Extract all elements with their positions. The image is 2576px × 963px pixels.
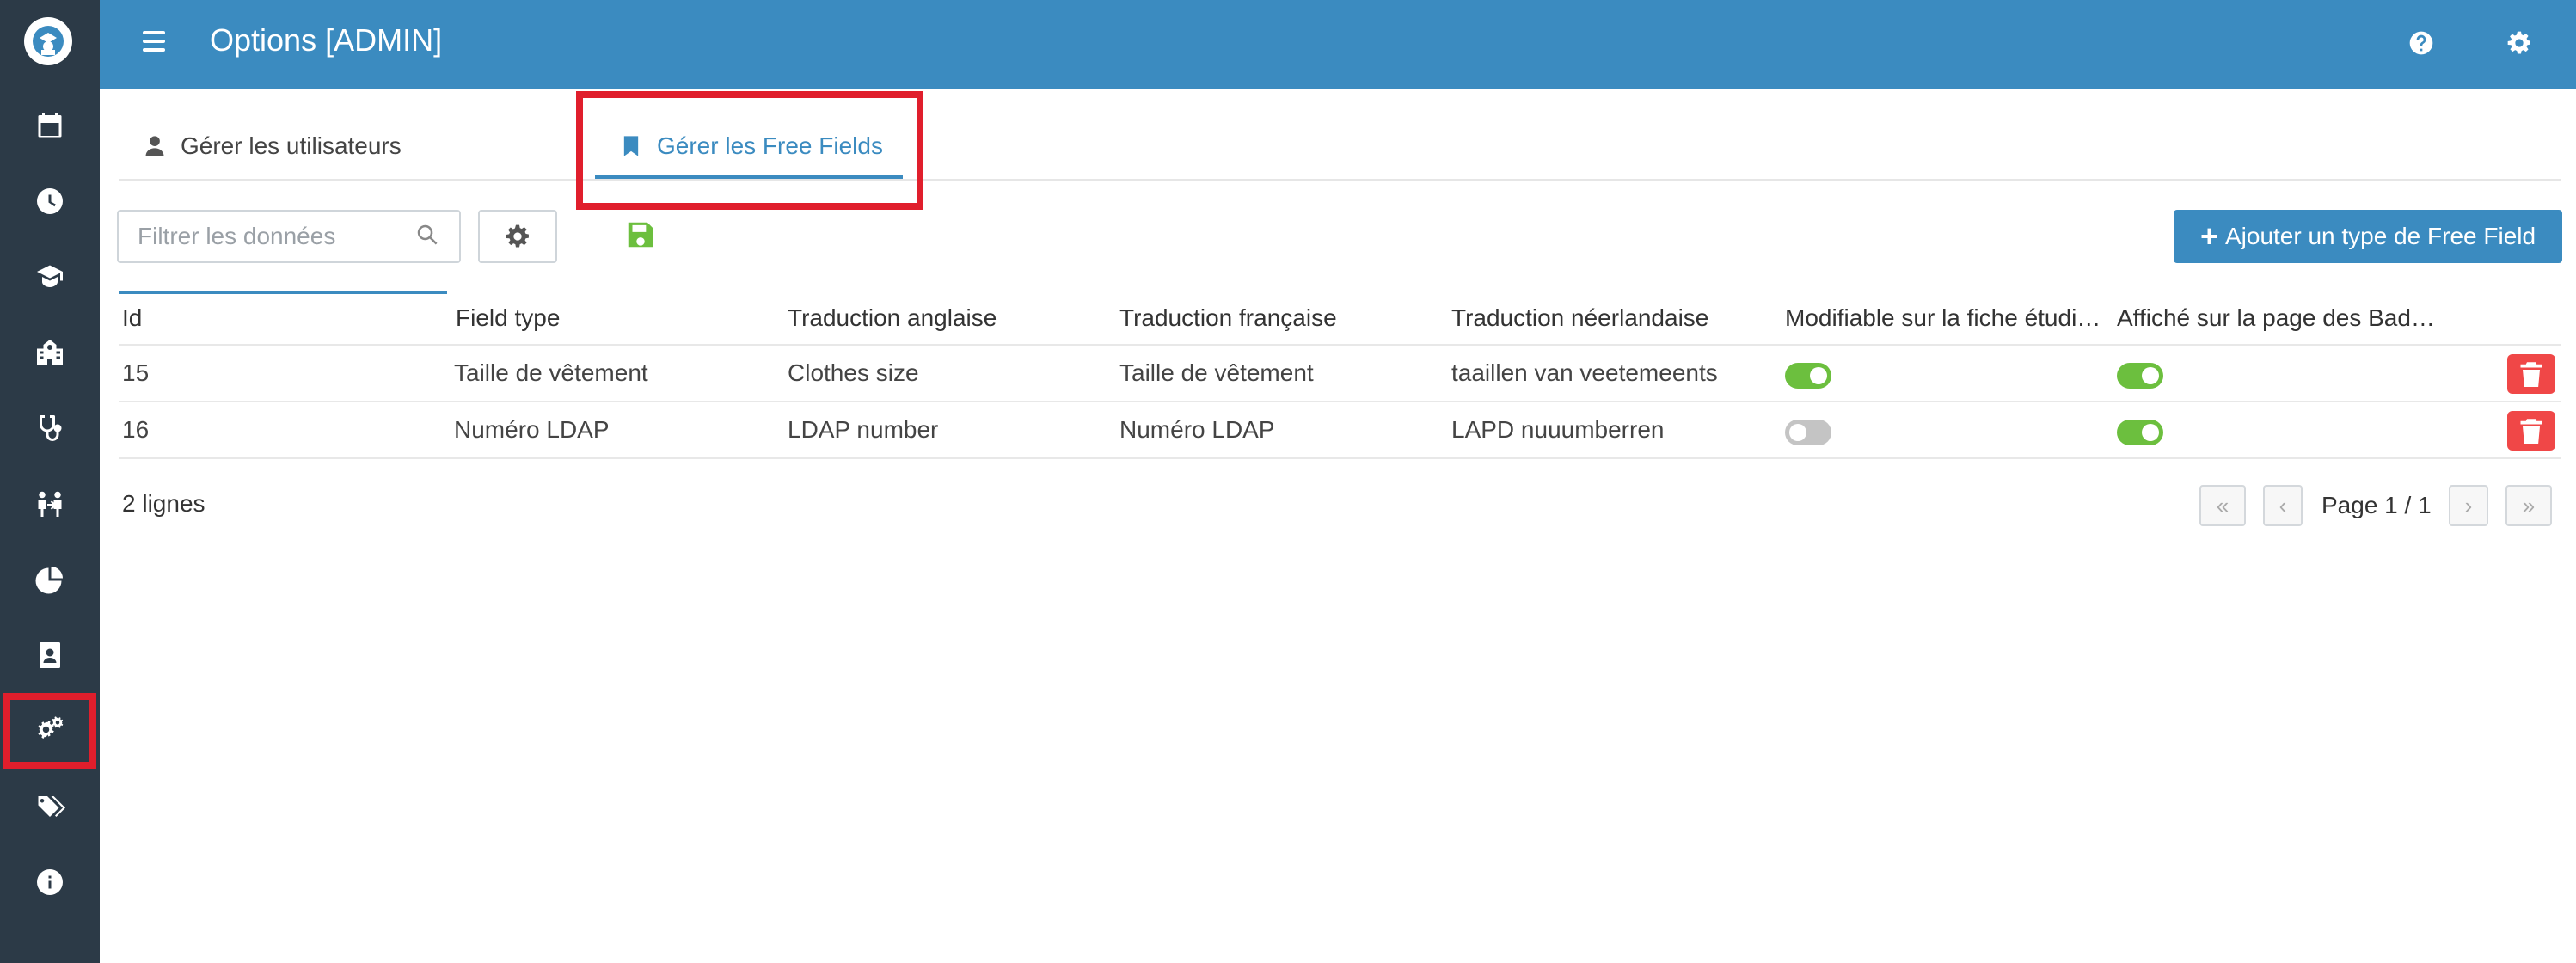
add-button-label: Ajouter un type de Free Field bbox=[2224, 223, 2536, 249]
trash-icon bbox=[2520, 419, 2542, 444]
trash-icon bbox=[2520, 362, 2542, 387]
column-header-field-type[interactable]: Field type bbox=[456, 304, 765, 332]
pie-chart-icon[interactable] bbox=[0, 542, 100, 617]
divider bbox=[119, 457, 2561, 459]
delete-button[interactable] bbox=[2507, 411, 2555, 451]
cell-dutch: taaillen van veetemeents bbox=[1451, 359, 1718, 386]
last-page-button[interactable]: » bbox=[2505, 485, 2552, 526]
cell-id: 16 bbox=[122, 416, 150, 443]
top-header: Options [ADMIN] bbox=[100, 0, 2576, 89]
cogs-icon[interactable] bbox=[3, 693, 96, 769]
cell-id: 15 bbox=[122, 359, 150, 386]
tab-label: Gérer les utilisateurs bbox=[181, 132, 402, 159]
column-header-badge[interactable]: Affiché sur la page des Bad… bbox=[2117, 304, 2435, 332]
cell-french: Numéro LDAP bbox=[1119, 416, 1275, 443]
column-header-english[interactable]: Traduction anglaise bbox=[788, 304, 1106, 332]
editable-toggle[interactable] bbox=[1785, 363, 1831, 389]
contact-card-icon[interactable] bbox=[0, 617, 100, 693]
delete-button[interactable] bbox=[2507, 354, 2555, 394]
column-settings-button[interactable] bbox=[478, 210, 557, 263]
calendar-icon[interactable] bbox=[0, 88, 100, 163]
clock-icon[interactable] bbox=[0, 163, 100, 239]
graduation-icon[interactable] bbox=[0, 239, 100, 315]
cell-english: LDAP number bbox=[788, 416, 939, 443]
row-count: 2 lignes bbox=[122, 490, 205, 517]
cell-dutch: LAPD nuuumberren bbox=[1451, 416, 1665, 443]
stethoscope-icon[interactable] bbox=[0, 390, 100, 466]
divider bbox=[119, 344, 2561, 346]
school-icon[interactable] bbox=[0, 315, 100, 390]
badge-toggle[interactable] bbox=[2117, 420, 2163, 445]
cell-french: Taille de vêtement bbox=[1119, 359, 1314, 386]
column-header-editable[interactable]: Modifiable sur la fiche étudi… bbox=[1785, 304, 2103, 332]
filter-input[interactable] bbox=[117, 210, 461, 263]
page-title: Options [ADMIN] bbox=[210, 22, 443, 58]
editable-toggle[interactable] bbox=[1785, 420, 1831, 445]
column-header-french[interactable]: Traduction française bbox=[1119, 304, 1438, 332]
divider bbox=[119, 401, 2561, 402]
tab-divider bbox=[119, 179, 2561, 181]
plus-icon: + bbox=[2199, 218, 2218, 254]
cell-english: Clothes size bbox=[788, 359, 919, 386]
column-header-dutch[interactable]: Traduction néerlandaise bbox=[1451, 304, 1769, 332]
app-logo-icon[interactable] bbox=[24, 17, 72, 65]
people-icon[interactable] bbox=[0, 466, 100, 542]
user-icon bbox=[145, 136, 164, 156]
prev-page-button[interactable]: ‹ bbox=[2263, 485, 2303, 526]
next-page-button[interactable]: › bbox=[2449, 485, 2488, 526]
save-icon[interactable] bbox=[624, 218, 659, 253]
add-free-field-type-button[interactable]: + Ajouter un type de Free Field bbox=[2174, 210, 2562, 263]
sidebar bbox=[0, 0, 100, 963]
sorted-column-indicator bbox=[119, 291, 447, 294]
tab-manage-users[interactable]: Gérer les utilisateurs bbox=[143, 120, 402, 172]
highlight-box bbox=[576, 91, 923, 210]
settings-gear-icon[interactable] bbox=[2502, 26, 2536, 60]
column-header-id[interactable]: Id bbox=[122, 304, 432, 332]
tags-icon[interactable] bbox=[0, 769, 100, 844]
badge-toggle[interactable] bbox=[2117, 363, 2163, 389]
info-icon[interactable] bbox=[0, 844, 100, 920]
help-icon[interactable] bbox=[2404, 26, 2438, 60]
hamburger-menu-icon[interactable] bbox=[143, 31, 169, 57]
search-icon bbox=[414, 222, 442, 249]
cell-field-type: Taille de vêtement bbox=[454, 359, 648, 386]
cell-field-type: Numéro LDAP bbox=[454, 416, 610, 443]
page-indicator: Page 1 / 1 bbox=[2321, 492, 2432, 518]
first-page-button[interactable]: « bbox=[2199, 485, 2246, 526]
gear-icon bbox=[506, 224, 529, 248]
